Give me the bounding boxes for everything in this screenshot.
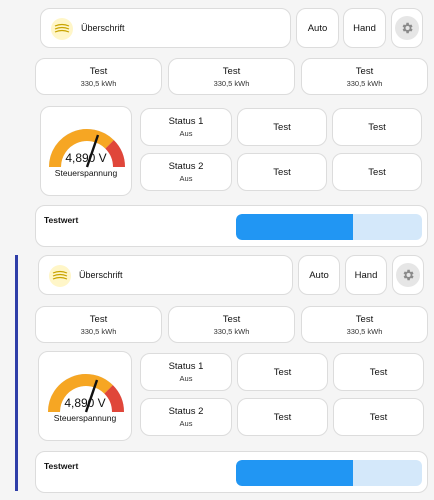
gauge-value: 4,890 V (65, 151, 107, 165)
testwert-card: Testwert (35, 205, 428, 247)
status-tile-value: Aus (179, 419, 193, 428)
testwert-label: Testwert (44, 461, 79, 471)
testwert-label: Testwert (44, 215, 79, 225)
energy-tile[interactable]: Test 330,5 kWh (168, 58, 295, 95)
auto-button-label: Auto (309, 269, 329, 281)
status-tile-label: Status 2 (168, 406, 204, 417)
status-tile[interactable]: Status 2 Aus (140, 398, 232, 436)
gear-icon (395, 16, 419, 40)
logo-icon (51, 18, 73, 40)
voltage-gauge (49, 129, 125, 168)
status-tile[interactable]: Status 2 Aus (140, 153, 232, 191)
status-tile-value: Aus (179, 374, 193, 383)
energy-tile[interactable]: Test 330,5 kWh (35, 306, 162, 343)
energy-tile-label: Test (222, 65, 241, 77)
energy-tile-value: 330,5 kWh (346, 78, 383, 88)
status-tile-label: Test (273, 411, 292, 423)
testwert-card: Testwert (35, 451, 428, 493)
status-tile-value: Aus (179, 174, 193, 183)
logo-icon (49, 265, 71, 287)
status-tile-label: Test (368, 166, 386, 178)
header-title: Überschrift (81, 23, 125, 33)
energy-tile[interactable]: Test 330,5 kWh (168, 306, 295, 343)
gauge-label: Steuerspannung (53, 413, 117, 423)
hand-button-label: Hand (354, 269, 378, 281)
energy-tile-value: 330,5 kWh (213, 78, 250, 88)
gauge-card[interactable]: 4,890 V Steuerspannung (38, 351, 132, 441)
section-accent-line (15, 255, 18, 491)
status-tile[interactable]: Status 1 Aus (140, 353, 232, 391)
status-tile-label: Test (273, 166, 291, 178)
energy-tile[interactable]: Test 330,5 kWh (301, 58, 428, 95)
testwert-bar[interactable] (236, 460, 422, 486)
testwert-bar-fill (236, 460, 354, 486)
status-tile-label: Test (369, 411, 388, 423)
status-tile[interactable]: Test (333, 398, 424, 436)
status-tile-label: Status 1 (168, 361, 204, 372)
status-tile-label: Status 1 (168, 116, 204, 127)
gauge-value: 4,890 V (64, 396, 106, 410)
status-tile-value: Aus (179, 129, 193, 138)
gauge-card[interactable]: 4,890 V Steuerspannung (40, 106, 132, 196)
header-title: Überschrift (79, 270, 123, 280)
energy-tile-label: Test (355, 65, 374, 77)
energy-tile-value: 330,5 kWh (80, 78, 117, 88)
energy-tile[interactable]: Test 330,5 kWh (35, 58, 162, 95)
header-card[interactable]: Überschrift (40, 8, 291, 48)
auto-button[interactable]: Auto (296, 8, 339, 48)
auto-button-label: Auto (307, 22, 328, 34)
energy-tile-value: 330,5 kWh (80, 326, 117, 336)
auto-button[interactable]: Auto (298, 255, 340, 295)
gear-icon (396, 263, 420, 287)
status-tile[interactable]: Test (332, 108, 422, 146)
settings-button[interactable] (391, 8, 423, 48)
status-tile[interactable]: Status 1 Aus (140, 108, 232, 146)
status-tile-label: Test (368, 121, 386, 133)
testwert-bar-fill (236, 214, 354, 240)
gauge-label: Steuerspannung (54, 168, 118, 178)
status-tile[interactable]: Test (237, 108, 327, 146)
hand-button[interactable]: Hand (345, 255, 387, 295)
settings-button[interactable] (392, 255, 424, 295)
energy-tile-label: Test (89, 313, 108, 325)
status-tile[interactable]: Test (332, 153, 422, 191)
energy-tile-value: 330,5 kWh (346, 326, 383, 336)
energy-tile-value: 330,5 kWh (213, 326, 250, 336)
energy-tile-label: Test (222, 313, 241, 325)
hand-button[interactable]: Hand (343, 8, 386, 48)
status-tile[interactable]: Test (237, 398, 328, 436)
status-tile-label: Test (273, 366, 292, 378)
energy-tile-label: Test (89, 65, 108, 77)
status-tile[interactable]: Test (333, 353, 424, 391)
status-tile-label: Test (273, 121, 291, 133)
testwert-bar[interactable] (236, 214, 422, 240)
energy-tile-label: Test (355, 313, 374, 325)
header-card[interactable]: Überschrift (38, 255, 293, 295)
energy-tile[interactable]: Test 330,5 kWh (301, 306, 428, 343)
status-tile[interactable]: Test (237, 153, 327, 191)
status-tile[interactable]: Test (237, 353, 328, 391)
status-tile-label: Test (369, 366, 388, 378)
hand-button-label: Hand (353, 22, 376, 34)
status-tile-label: Status 2 (168, 161, 204, 172)
voltage-gauge (48, 374, 124, 413)
